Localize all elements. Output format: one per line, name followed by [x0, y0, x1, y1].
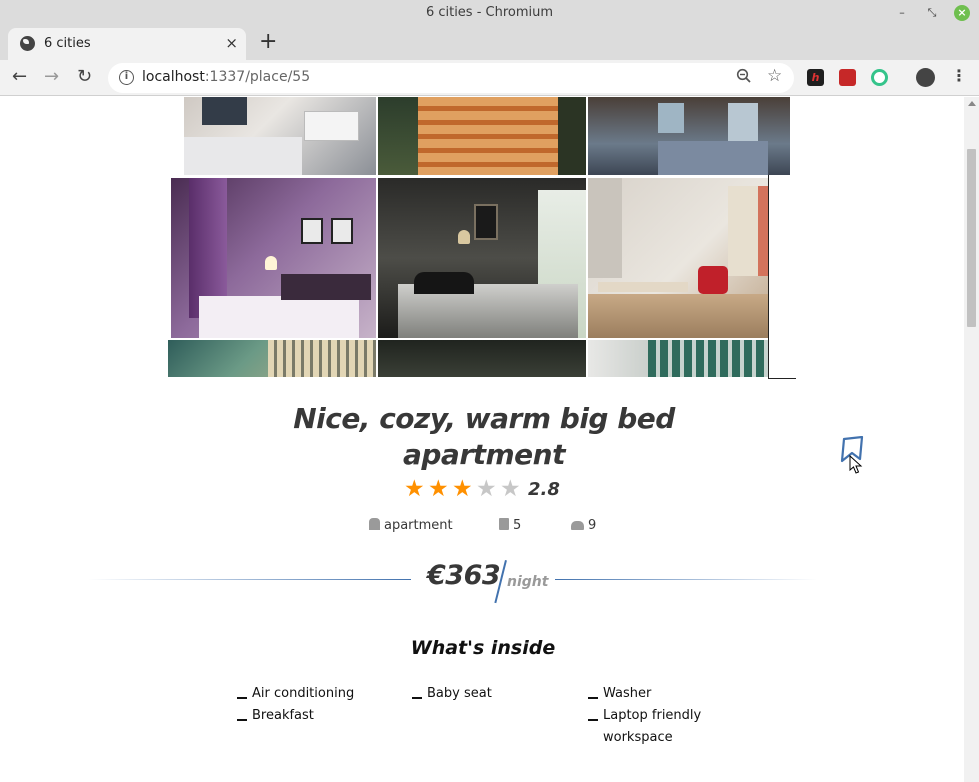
feature-adults: 9 [571, 518, 596, 533]
gallery-photo-dark-room [378, 340, 586, 377]
star-icon-5: ★ [500, 476, 521, 502]
gallery-edge [768, 175, 796, 379]
star-icon-1: ★ [404, 476, 425, 502]
browser-toolbar: ← → ↻ i localhost:1337/place/55 ☆ h ⋮ [0, 60, 979, 96]
profile-avatar-icon[interactable] [916, 68, 935, 87]
goods-item: Laptop friendly workspace [588, 705, 713, 749]
tab-title: 6 cities [44, 36, 91, 51]
house-icon [369, 518, 380, 530]
star-icon-3: ★ [452, 476, 473, 502]
site-info-icon[interactable]: i [119, 70, 134, 85]
offer-price-unit: night [507, 574, 549, 590]
gallery-photo-bedroom-dark [378, 178, 586, 338]
globe-icon [20, 36, 35, 51]
window-titlebar: 6 cities - Chromium – ⤡ × [0, 0, 979, 26]
offer-price: €363 [427, 560, 501, 591]
price-divider-left [88, 579, 411, 580]
browser-menu-button[interactable]: ⋮ [951, 66, 967, 85]
star-icon-2: ★ [428, 476, 449, 502]
extension-h-icon[interactable]: h [807, 69, 824, 86]
mouse-cursor-icon [849, 454, 863, 475]
gallery-photo-coast [168, 340, 376, 377]
url-host: localhost [142, 69, 205, 85]
scroll-up-arrow-icon[interactable] [968, 101, 976, 106]
minimize-button[interactable]: – [894, 5, 910, 21]
window-title: 6 cities - Chromium [425, 5, 554, 20]
page-scrollbar[interactable] [964, 97, 979, 782]
inside-title: What's inside [410, 637, 556, 659]
rating-value: 2.8 [528, 479, 560, 500]
bookmark-star-icon[interactable]: ☆ [767, 66, 782, 86]
gallery-photo-bedroom-stone [588, 97, 790, 175]
price-divider-right [555, 579, 817, 580]
close-window-button[interactable]: × [954, 5, 970, 21]
feature-bedrooms-label: 5 [513, 518, 522, 533]
gallery-photo-hotel-facade [378, 97, 586, 175]
goods-column-2: Baby seat [412, 683, 572, 705]
goods-column-1: Air conditioning Breakfast [237, 683, 397, 727]
page-viewport: Nice, cozy, warm big bed apartment ★ ★ ★… [0, 97, 979, 782]
tab-strip: 6 cities × + [0, 26, 979, 60]
goods-item: Baby seat [412, 683, 572, 705]
gallery-photo-staircase [588, 340, 771, 377]
forward-button[interactable]: → [44, 66, 59, 88]
gallery-photo-bedroom-white [184, 97, 376, 175]
new-tab-button[interactable]: + [259, 30, 277, 54]
goods-item: Washer [588, 683, 713, 705]
offer-title-line-1: Nice, cozy, warm big bed [293, 402, 675, 435]
tab-close-icon[interactable]: × [225, 34, 238, 52]
offer-title-line-2: apartment [402, 438, 566, 471]
feature-adults-label: 9 [588, 518, 597, 533]
door-icon [499, 518, 509, 530]
extension-red-icon[interactable] [839, 69, 856, 86]
feature-type: apartment [369, 518, 453, 533]
photo-gallery [0, 97, 979, 379]
tab-6-cities[interactable]: 6 cities × [8, 28, 246, 60]
extension-green-ring-icon[interactable] [871, 69, 888, 86]
reload-button[interactable]: ↻ [77, 66, 92, 88]
offer-features: apartment 5 9 [0, 518, 979, 536]
gallery-photo-bedroom-purple [171, 178, 376, 338]
feature-bedrooms: 5 [499, 518, 521, 533]
zoom-out-icon[interactable] [736, 68, 752, 88]
address-bar[interactable]: i localhost:1337/place/55 ☆ [108, 63, 794, 93]
offer-title: Nice, cozy, warm big bed apartment [240, 401, 728, 473]
goods-item: Breakfast [237, 705, 397, 727]
goods-column-3: Washer Laptop friendly workspace [588, 683, 713, 749]
people-icon [571, 521, 584, 530]
gallery-photo-living-room [588, 178, 793, 338]
url-path: :1337/place/55 [204, 69, 311, 85]
url-text[interactable]: localhost:1337/place/55 [142, 69, 310, 85]
restore-button[interactable]: ⤡ [924, 5, 940, 21]
star-icon-4: ★ [476, 476, 497, 502]
scrollbar-thumb[interactable] [967, 149, 976, 327]
goods-item: Air conditioning [237, 683, 397, 705]
back-button[interactable]: ← [12, 66, 27, 88]
feature-type-label: apartment [384, 518, 453, 533]
